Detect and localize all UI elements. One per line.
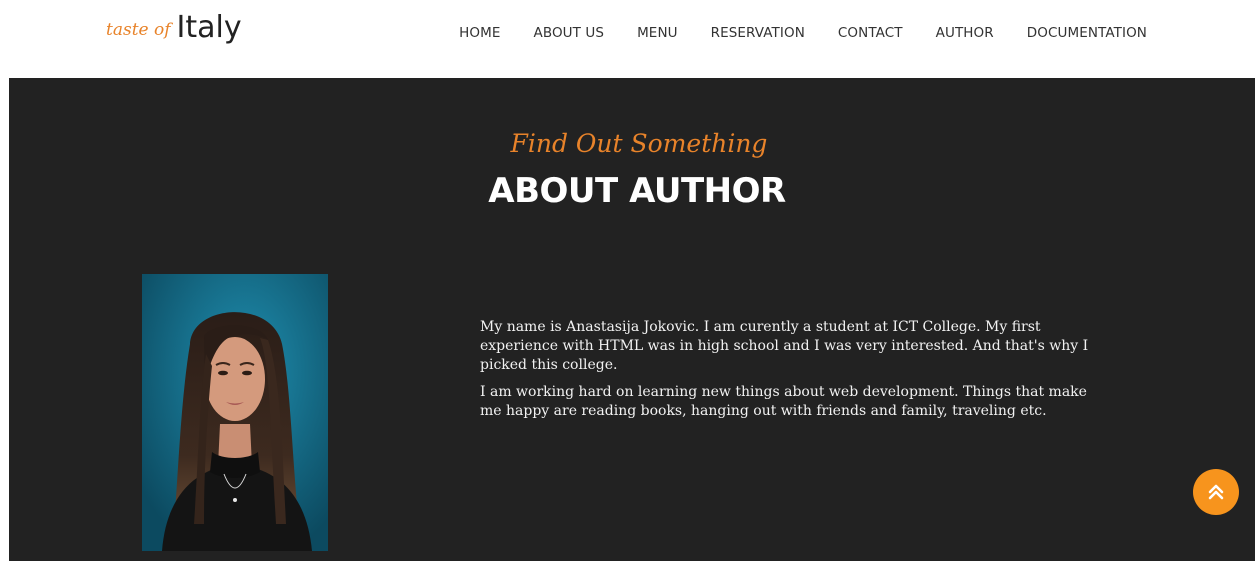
section-subtitle: Find Out Something <box>510 129 768 158</box>
author-photo <box>142 274 328 551</box>
section-title: ABOUT AUTHOR <box>488 171 786 211</box>
nav-item-documentation[interactable]: DOCUMENTATION <box>1027 24 1147 42</box>
site-header: taste of Italy HOME ABOUT US MENU RESERV… <box>0 0 1255 78</box>
author-portrait-image <box>142 274 328 551</box>
about-author-section: Find Out Something ABOUT AUTHOR My name … <box>9 78 1255 561</box>
author-bio: My name is Anastasija Jokovic. I am cure… <box>480 318 1090 429</box>
scroll-to-top-button[interactable] <box>1193 469 1239 515</box>
nav-item-author[interactable]: AUTHOR <box>936 24 994 42</box>
bio-paragraph: I am working hard on learning new things… <box>480 384 1087 419</box>
nav-item-menu[interactable]: MENU <box>637 24 678 42</box>
nav-item-contact[interactable]: CONTACT <box>838 24 903 42</box>
site-logo[interactable]: taste of Italy <box>106 10 242 54</box>
logo-main-text: Italy <box>176 10 242 45</box>
nav-item-about-us[interactable]: ABOUT US <box>534 24 605 42</box>
page: taste of Italy HOME ABOUT US MENU RESERV… <box>0 0 1255 561</box>
main-nav: HOME ABOUT US MENU RESERVATION CONTACT A… <box>426 24 1147 42</box>
bio-paragraph: My name is Anastasija Jokovic. I am cure… <box>480 319 1089 373</box>
logo-script-text: taste of <box>106 20 171 40</box>
nav-item-reservation[interactable]: RESERVATION <box>711 24 805 42</box>
nav-item-home[interactable]: HOME <box>459 24 500 42</box>
double-chevron-up-icon <box>1208 484 1224 500</box>
